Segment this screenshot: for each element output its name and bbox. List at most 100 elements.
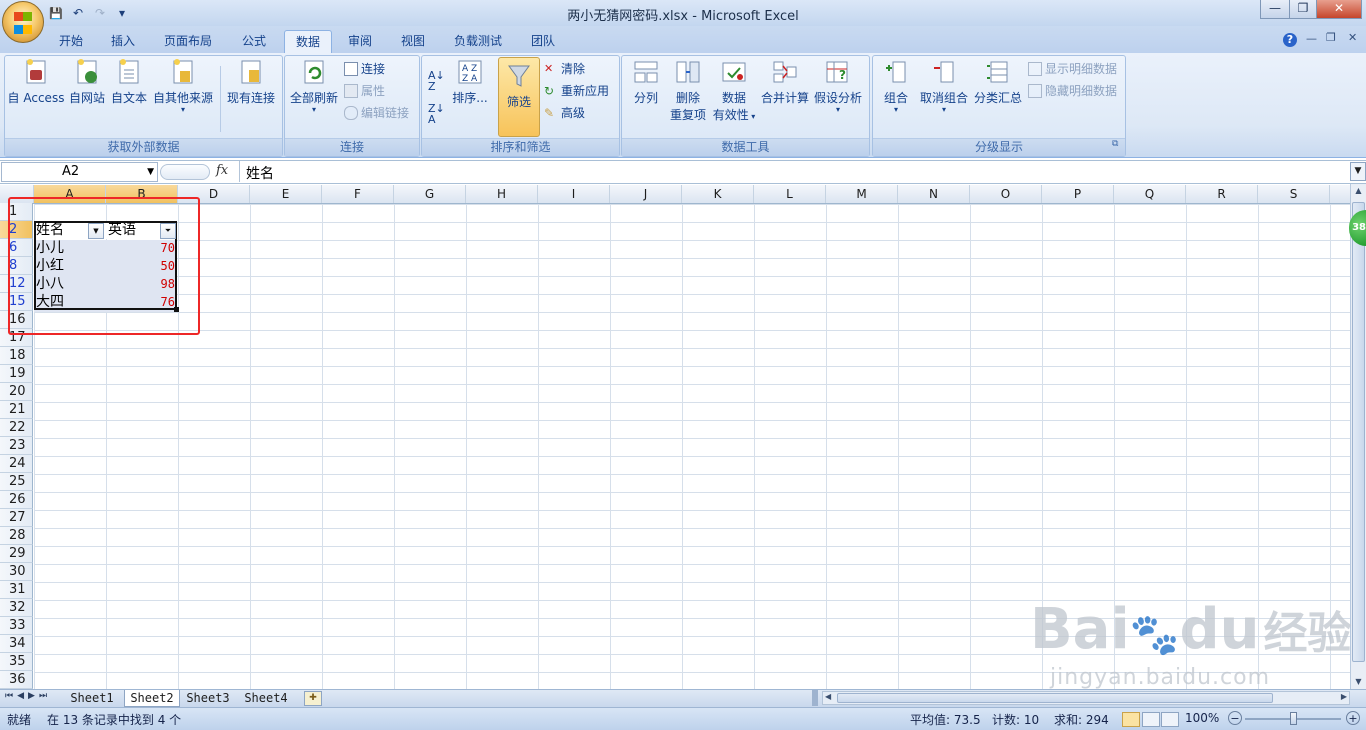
column-header-i[interactable]: I [538,185,610,203]
remove-duplicates-button[interactable]: 删除 重复项 [668,58,708,123]
edit-links-button[interactable]: 编辑链接 [344,104,409,121]
column-header-n[interactable]: N [898,185,970,203]
name-box[interactable]: A2 ▼ [1,162,158,182]
scroll-right-icon[interactable]: ▶ [1341,692,1347,701]
row-header-27[interactable]: 27 [0,509,33,527]
consolidate-button[interactable]: 合并计算 [760,58,810,106]
tab-page-layout[interactable]: 页面布局 [155,30,221,52]
column-header-h[interactable]: H [466,185,538,203]
name-box-dropdown-icon[interactable]: ▼ [147,163,154,181]
what-if-analysis-button[interactable]: ? 假设分析 ▾ [812,58,864,114]
sort-button[interactable]: A ZZ A 排序... [450,58,490,106]
vertical-scrollbar[interactable]: ▲ ▼ [1350,184,1366,690]
zoom-out-icon[interactable]: − [1228,711,1242,725]
row-header-25[interactable]: 25 [0,473,33,491]
row-header-35[interactable]: 35 [0,653,33,671]
sheet-nav-icons[interactable]: ⏮◀▶⏭ [5,691,51,701]
column-header-q[interactable]: Q [1114,185,1186,203]
row-header-34[interactable]: 34 [0,635,33,653]
row-header-19[interactable]: 19 [0,365,33,383]
refresh-all-button[interactable]: 全部刷新 ▾ [288,58,340,114]
row-header-23[interactable]: 23 [0,437,33,455]
row-header-26[interactable]: 26 [0,491,33,509]
column-header-g[interactable]: G [394,185,466,203]
properties-button[interactable]: 属性 [344,82,385,99]
advanced-filter-button[interactable]: ✎ 高级 [544,104,585,121]
tab-formulas[interactable]: 公式 [231,30,277,52]
tab-split-handle[interactable] [812,690,818,706]
row-header-32[interactable]: 32 [0,599,33,617]
ribbon-restore-icon[interactable]: ❐ [1326,31,1336,44]
tab-home[interactable]: 开始 [50,30,92,52]
insert-function-icon[interactable]: fx [216,163,228,178]
minimize-button[interactable]: — [1260,0,1290,19]
help-icon[interactable]: ? [1283,33,1297,47]
tab-insert[interactable]: 插入 [102,30,144,52]
clear-filter-button[interactable]: ✕ 清除 [544,60,585,77]
restore-button[interactable]: ❐ [1289,0,1317,19]
row-header-36[interactable]: 36 [0,671,33,689]
column-header-o[interactable]: O [970,185,1042,203]
sort-desc-icon[interactable]: Z↓ A [428,103,445,125]
sheet-tab-sheet1[interactable]: Sheet1 [66,690,118,706]
column-header-r[interactable]: R [1186,185,1258,203]
text-to-columns-button[interactable]: 分列 [626,58,666,106]
column-header-f[interactable]: F [322,185,394,203]
connections-button[interactable]: 连接 [344,60,385,77]
reapply-button[interactable]: ↻ 重新应用 [544,82,609,99]
row-header-20[interactable]: 20 [0,383,33,401]
row-header-28[interactable]: 28 [0,527,33,545]
row-header-29[interactable]: 29 [0,545,33,563]
horizontal-scroll-thumb[interactable] [837,693,1273,703]
from-text-button[interactable]: 自文本 [108,58,150,106]
row-header-18[interactable]: 18 [0,347,33,365]
show-detail-button[interactable]: 显示明细数据 [1028,60,1117,77]
zoom-in-icon[interactable]: + [1346,711,1360,725]
vertical-scroll-thumb[interactable] [1352,202,1365,662]
from-access-button[interactable]: 自 Access [6,58,66,106]
filter-button[interactable]: 筛选 [498,57,540,137]
column-header-s[interactable]: S [1258,185,1330,203]
ungroup-button[interactable]: 取消组合 ▾ [918,58,970,114]
horizontal-scrollbar[interactable]: ◀ ▶ [822,691,1350,705]
tab-load-test[interactable]: 负载测试 [444,30,512,52]
column-header-k[interactable]: K [682,185,754,203]
tab-review[interactable]: 审阅 [339,30,381,52]
page-layout-view-icon[interactable] [1142,712,1160,727]
tab-view[interactable]: 视图 [392,30,434,52]
row-header-31[interactable]: 31 [0,581,33,599]
sheet-tab-sheet4[interactable]: Sheet4 [240,690,292,706]
column-header-l[interactable]: L [754,185,826,203]
from-other-sources-button[interactable]: 自其他来源 ▾ [152,58,214,114]
outline-dialog-launcher-icon[interactable]: ⧉ [1112,139,1118,149]
sort-asc-icon[interactable]: A↓ Z [428,70,445,92]
scroll-left-icon[interactable]: ◀ [825,692,831,701]
column-header-m[interactable]: M [826,185,898,203]
expand-formula-bar-icon[interactable]: ▼ [1350,162,1366,181]
hide-detail-button[interactable]: 隐藏明细数据 [1028,82,1117,99]
row-header-33[interactable]: 33 [0,617,33,635]
row-header-21[interactable]: 21 [0,401,33,419]
office-button[interactable] [2,1,44,43]
row-header-30[interactable]: 30 [0,563,33,581]
close-button[interactable]: ✕ [1316,0,1362,19]
ribbon-minimize-icon[interactable]: — [1306,32,1317,45]
column-header-e[interactable]: E [250,185,322,203]
from-web-button[interactable]: 自网站 [66,58,108,106]
normal-view-icon[interactable] [1122,712,1140,727]
tab-team[interactable]: 团队 [522,30,564,52]
formula-bar-splitter[interactable] [160,164,210,180]
workbook-close-icon[interactable]: ✕ [1348,31,1357,44]
page-break-view-icon[interactable] [1161,712,1179,727]
tab-data[interactable]: 数据 [284,30,332,54]
existing-connections-button[interactable]: 现有连接 [224,58,278,106]
zoom-level[interactable]: 100% [1185,711,1219,725]
insert-sheet-icon[interactable]: ✚ [304,691,322,706]
sheet-tab-sheet3[interactable]: Sheet3 [182,690,234,706]
column-header-j[interactable]: J [610,185,682,203]
sheet-tab-sheet2[interactable]: Sheet2 [124,690,180,707]
subtotal-button[interactable]: 分类汇总 [972,58,1024,106]
zoom-slider-thumb[interactable] [1290,712,1297,725]
data-validation-button[interactable]: 数据 有效性 ▾ [710,58,758,123]
group-button[interactable]: 组合 ▾ [878,58,914,114]
